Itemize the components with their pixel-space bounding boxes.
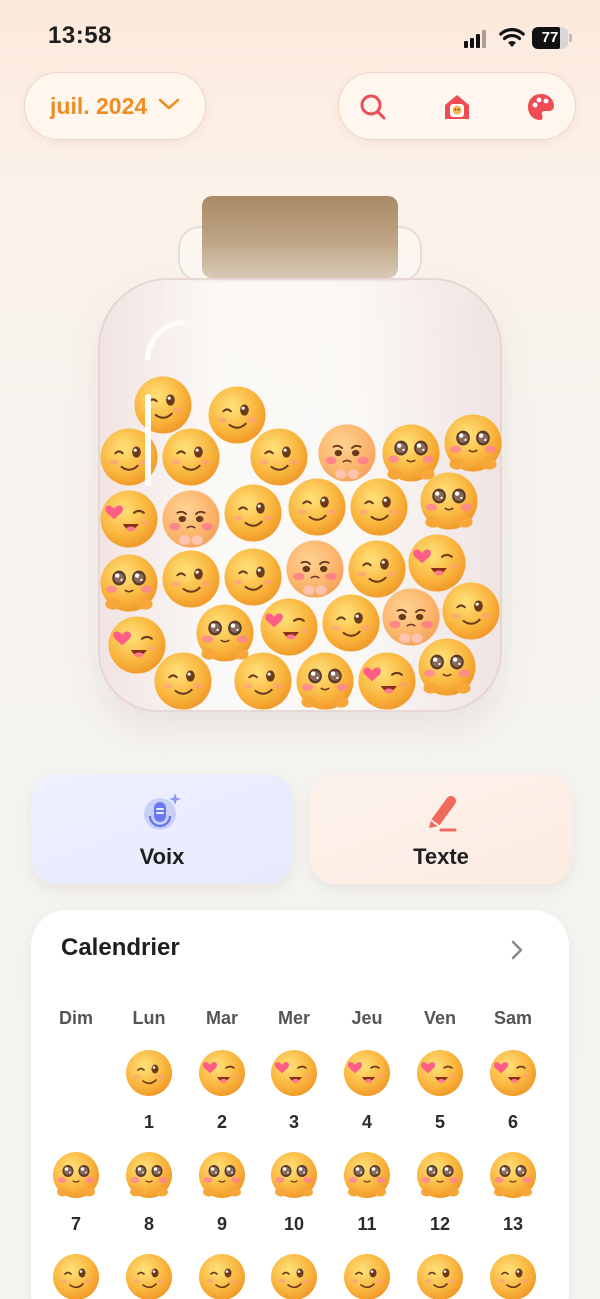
calendar-day-mood-icon[interactable] — [269, 1252, 319, 1299]
jar-emoji-smile — [320, 592, 382, 654]
calendar-day-mood-icon[interactable] — [342, 1150, 392, 1200]
calendar-day-mood-icon[interactable] — [415, 1150, 465, 1200]
jar-emoji-shy-pink — [160, 488, 222, 550]
jar-emoji-heart-hands — [442, 412, 504, 474]
jar-emoji-wink-heart — [356, 650, 418, 712]
toolbar — [338, 72, 576, 140]
month-selector[interactable]: juil. 2024 — [24, 72, 206, 140]
emotion-jar[interactable] — [98, 196, 502, 716]
calendar-day-mood-icon[interactable] — [488, 1252, 538, 1299]
calendar-day-mood-icon[interactable] — [488, 1150, 538, 1200]
jar-emoji-smile — [152, 650, 214, 712]
calendar-day-number[interactable]: 5 — [415, 1112, 465, 1133]
jar-emoji-shy-pink — [284, 538, 346, 600]
text-entry-button[interactable]: Texte — [310, 774, 572, 884]
jar-emoji-shy-pink — [316, 422, 378, 484]
calendar-day-number[interactable]: 1 — [124, 1112, 174, 1133]
jar-emoji-smile — [222, 482, 284, 544]
calendar-day-mood-icon[interactable] — [51, 1252, 101, 1299]
calendar-day-mood-icon[interactable] — [488, 1048, 538, 1098]
jar-emoji-heart-hands — [98, 552, 160, 614]
chevron-down-icon — [158, 98, 180, 110]
chevron-right-icon[interactable] — [507, 938, 527, 962]
jar-emoji-wink-heart — [98, 488, 160, 550]
calendar-day-mood-icon[interactable] — [415, 1048, 465, 1098]
calendar-day-mood-icon[interactable] — [415, 1252, 465, 1299]
calendar-day-number[interactable]: 8 — [124, 1214, 174, 1235]
weekday-header: Ven — [423, 1008, 457, 1028]
voice-entry-button[interactable]: Voix — [31, 774, 293, 884]
jar-reflection — [145, 394, 151, 486]
jar-emoji-heart-hands — [416, 636, 478, 698]
home-icon — [445, 95, 469, 119]
weekday-header: Mar — [205, 1008, 238, 1028]
jar-emoji-smile — [440, 580, 502, 642]
jar-emoji-smile — [232, 650, 294, 712]
calendar-day-mood-icon[interactable] — [269, 1048, 319, 1098]
palette-icon — [528, 94, 554, 120]
jar-emoji-heart-hands — [294, 650, 356, 712]
jar-lid — [202, 196, 398, 278]
palette-button[interactable] — [515, 81, 567, 133]
calendar-day-mood-icon[interactable] — [342, 1252, 392, 1299]
battery-icon: 77 — [532, 27, 572, 49]
calendar-day-number[interactable]: 12 — [415, 1214, 465, 1235]
calendar-day-mood-icon[interactable] — [124, 1252, 174, 1299]
calendar-day-number[interactable]: 6 — [488, 1112, 538, 1133]
calendar-day-number[interactable]: 4 — [342, 1112, 392, 1133]
calendar-day-mood-icon[interactable] — [124, 1150, 174, 1200]
calendar-day-number[interactable]: 7 — [51, 1214, 101, 1235]
calendar-day-mood-icon[interactable] — [197, 1048, 247, 1098]
calendar-day-mood-icon[interactable] — [124, 1048, 174, 1098]
weekday-header: Sam — [493, 1008, 533, 1028]
jar-emoji-smile — [160, 426, 222, 488]
status-time: 13:58 — [48, 22, 112, 49]
search-icon — [360, 94, 386, 120]
jar-emoji-smile — [286, 476, 348, 538]
text-entry-label: Texte — [413, 844, 469, 869]
calendar-day-mood-icon[interactable] — [269, 1150, 319, 1200]
calendar-day-mood-icon[interactable] — [51, 1150, 101, 1200]
calendar-day-number[interactable]: 13 — [488, 1214, 538, 1235]
jar-emoji-smile — [348, 476, 410, 538]
calendar-day-number[interactable]: 11 — [342, 1214, 392, 1235]
calendar-day-number[interactable]: 3 — [269, 1112, 319, 1133]
home-button[interactable] — [431, 81, 483, 133]
jar-emoji-smile — [160, 548, 222, 610]
jar-emoji-heart-hands — [418, 470, 480, 532]
calendar-day-number[interactable]: 10 — [269, 1214, 319, 1235]
calendar-day-mood-icon[interactable] — [197, 1150, 247, 1200]
month-label: juil. 2024 — [50, 92, 148, 119]
cellular-signal-icon — [464, 30, 490, 48]
weekday-header: Dim — [58, 1008, 93, 1028]
pencil-icon — [429, 796, 457, 832]
calendar-day-mood-icon[interactable] — [197, 1252, 247, 1299]
weekday-header: Jeu — [351, 1008, 383, 1028]
calendar-day-number[interactable]: 2 — [197, 1112, 247, 1133]
microphone-icon — [144, 793, 181, 830]
weekday-header: Lun — [132, 1008, 166, 1028]
battery-level: 77 — [541, 29, 559, 46]
voice-entry-label: Voix — [139, 844, 185, 869]
status-bar: 13:58 77 — [0, 0, 600, 70]
wifi-icon — [499, 28, 525, 47]
calendar-day-number[interactable]: 9 — [197, 1214, 247, 1235]
calendar-title: Calendrier — [61, 934, 180, 961]
calendar-day-mood-icon[interactable] — [342, 1048, 392, 1098]
search-button[interactable] — [347, 81, 399, 133]
weekday-header: Mer — [277, 1008, 310, 1028]
calendar-card: Calendrier Dim Lun Mar Mer Jeu Ven Sam 1 2 3 4 5 6 7 8… — [31, 910, 569, 1299]
jar-emoji-wink-heart — [258, 596, 320, 658]
